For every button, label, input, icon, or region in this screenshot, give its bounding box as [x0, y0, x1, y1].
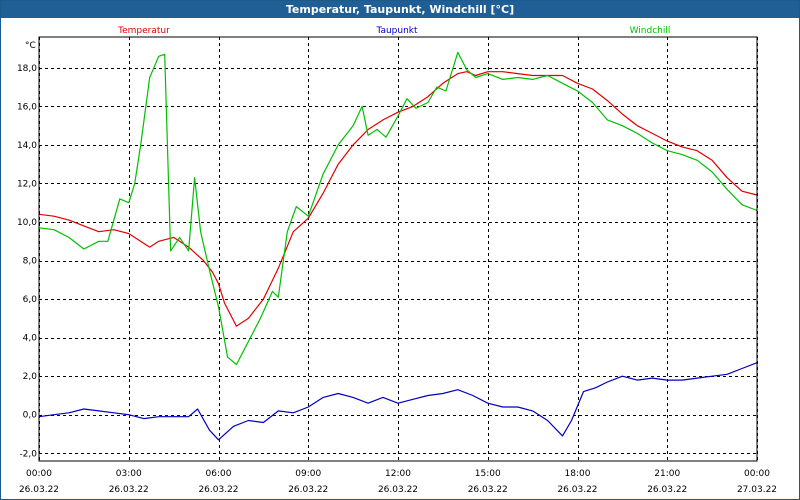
y-tick-label: -2,0: [19, 449, 37, 459]
x-tick-date: 27.03.22: [737, 485, 777, 495]
x-tick-date: 26.03.22: [378, 485, 418, 495]
x-tick-time: 21:00: [654, 469, 680, 479]
y-tick-label: 16,0: [17, 102, 37, 112]
y-tick-label: 2,0: [23, 372, 38, 382]
x-tick-date: 26.03.22: [288, 485, 328, 495]
x-tick-labels: 00:00 26.03.22 03:00 26.03.22 06:00 26.03.22 0…: [19, 469, 777, 495]
x-tick-time: 18:00: [565, 469, 591, 479]
y-tick-label: 8,0: [23, 257, 38, 267]
x-tick-date: 26.03.22: [647, 485, 687, 495]
x-tick-time: 03:00: [116, 469, 142, 479]
legend-temperatur: Temperatur: [117, 26, 170, 36]
legend-taupunkt: Taupunkt: [375, 26, 418, 36]
x-tick-date: 26.03.22: [198, 485, 238, 495]
x-tick-date: 26.03.22: [468, 485, 508, 495]
y-tick-label: 6,0: [23, 295, 38, 305]
x-tick-time: 12:00: [385, 469, 411, 479]
y-tick-label: 4,0: [23, 334, 38, 344]
x-tick-time: 00:00: [26, 469, 52, 479]
y-axis-label: °C: [25, 41, 36, 51]
y-tick-label: 10,0: [17, 218, 37, 228]
x-tick-time: 06:00: [206, 469, 232, 479]
chart-plot: °C -2,0 0,0 2,0 4,0 6,0 8,0 10,0 12,0 14,0 16,0 18…: [17, 26, 777, 495]
x-tick-date: 26.03.22: [109, 485, 149, 495]
y-tick-label: 14,0: [17, 141, 37, 151]
legend-windchill: Windchill: [630, 26, 671, 36]
x-tick-date: 26.03.22: [557, 485, 597, 495]
y-tick-label: 12,0: [17, 179, 37, 189]
x-tick-time: 09:00: [295, 469, 321, 479]
x-tick-time: 15:00: [475, 469, 501, 479]
x-tick-date: 26.03.22: [19, 485, 59, 495]
y-tick-label: 0,0: [23, 411, 38, 421]
y-tick-label: 18,0: [17, 64, 37, 74]
legend: Temperatur Taupunkt Windchill: [117, 26, 670, 36]
y-tick-labels: -2,0 0,0 2,0 4,0 6,0 8,0 10,0 12,0 14,0 16,0 18,0: [17, 64, 37, 459]
x-tick-time: 00:00: [744, 469, 770, 479]
